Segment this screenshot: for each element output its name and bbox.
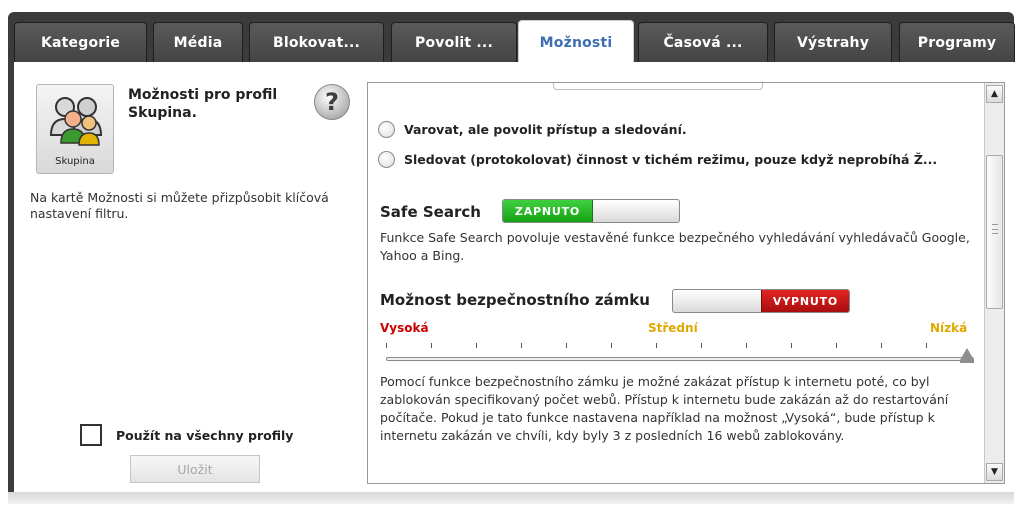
tab-programy[interactable]: Programy (899, 22, 1015, 62)
radio-button[interactable] (378, 121, 395, 138)
help-icon[interactable]: ? (314, 84, 350, 120)
apply-all-checkbox[interactable] (80, 424, 102, 446)
bottom-shadow (8, 492, 1014, 504)
security-level-slider-track[interactable] (386, 357, 974, 361)
tab-vystrahy[interactable]: Výstrahy (774, 22, 892, 62)
tab-casova[interactable]: Časová ... (638, 22, 768, 62)
apply-all-label: Použít na všechny profily (116, 427, 294, 443)
profile-icon-label: Skupina (55, 156, 95, 167)
tab-kategorie[interactable]: Kategorie (14, 22, 147, 62)
security-lock-description: Pomocí funkce bezpečnostního zámku je mo… (380, 374, 949, 443)
scrollbar-grip-icon (992, 224, 998, 234)
slider-ticks (386, 343, 969, 351)
radio-label: Varovat, ale povolit přístup a sledování… (404, 122, 687, 137)
radio-warn-allow[interactable]: Varovat, ale povolit přístup a sledování… (378, 121, 687, 138)
divider (553, 83, 763, 90)
scrollbar-thumb[interactable] (986, 155, 1003, 309)
scroll-down-icon[interactable]: ▼ (986, 463, 1003, 481)
tab-povolit[interactable]: Povolit ... (391, 22, 517, 62)
apply-all-profiles[interactable]: Použít na všechny profily (80, 424, 293, 446)
panel-title: Možnosti pro profil Skupina. (128, 87, 278, 121)
security-level-slider-thumb[interactable] (960, 348, 974, 363)
level-low-label: Nízká (930, 321, 968, 335)
security-lock-title: Možnost bezpečnostního zámku (380, 291, 650, 309)
radio-silent-monitor[interactable]: Sledovat (protokolovat) činnost v tichém… (378, 151, 976, 168)
toggle-off-label: VYPNUTO (761, 290, 849, 312)
toggle-on-label: ZAPNUTO (503, 200, 593, 222)
tab-blokovat[interactable]: Blokovat... (249, 22, 384, 62)
safe-search-description: Funkce Safe Search povoluje vestavěné fu… (380, 230, 970, 263)
safe-search-toggle[interactable]: ZAPNUTO (502, 199, 680, 223)
scroll-up-icon[interactable]: ▲ (986, 85, 1003, 103)
panel-description: Na kartě Možnosti si můžete přizpůsobit … (30, 190, 329, 221)
level-high-label: Vysoká (380, 321, 429, 335)
tab-moznosti[interactable]: Možnosti (518, 20, 634, 64)
security-lock-toggle[interactable]: VYPNUTO (672, 289, 850, 313)
options-scroll-pane[interactable]: Varovat, ale povolit přístup a sledování… (367, 82, 1005, 484)
save-button[interactable]: Uložit (130, 455, 260, 483)
radio-label: Sledovat (protokolovat) činnost v tichém… (404, 152, 938, 167)
radio-button[interactable] (378, 151, 395, 168)
vertical-scrollbar[interactable]: ▲ ▼ (984, 83, 1004, 483)
level-medium-label: Střední (648, 321, 698, 335)
profile-avatar-button[interactable]: Skupina (36, 84, 114, 174)
safe-search-title: Safe Search (380, 203, 481, 221)
tab-media[interactable]: Média (153, 22, 243, 62)
group-users-icon (49, 97, 103, 146)
